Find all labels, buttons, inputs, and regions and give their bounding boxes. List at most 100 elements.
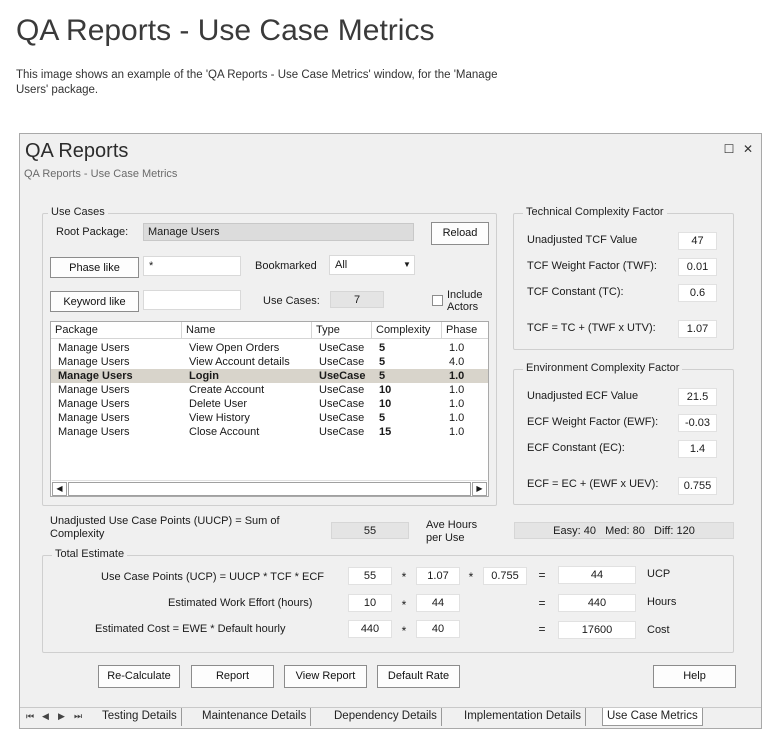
include-actors-checkbox[interactable] (432, 295, 443, 306)
tab-dependency-details[interactable]: Dependency Details (330, 708, 442, 726)
table-row[interactable]: Manage Users Login UseCase 5 1.0 (51, 369, 488, 383)
cell-phase: 1.0 (449, 384, 465, 396)
phase-like-button[interactable]: Phase like (50, 257, 139, 278)
difficulty-rates: Easy: 40 Med: 80 Diff: 120 (514, 522, 734, 539)
ucp-ecf-value: 0.755 (483, 567, 527, 585)
cell-package: Manage Users (58, 398, 130, 410)
equals-operator: = (538, 622, 546, 636)
horizontal-scrollbar[interactable]: ◀ ▶ (52, 480, 487, 496)
recalculate-button[interactable]: Re-Calculate (98, 665, 180, 688)
tab-bar: ⏮ ◀ ▶ ⏭ Testing Details Maintenance Deta… (20, 707, 761, 728)
cell-package: Manage Users (58, 412, 130, 424)
tab-testing-details[interactable]: Testing Details (98, 708, 182, 726)
cell-complexity: 15 (379, 426, 392, 438)
ecf-constant-label: ECF Constant (EC): (527, 442, 625, 454)
column-header-package[interactable]: Package (51, 322, 182, 339)
multiply-operator: * (401, 598, 407, 612)
column-header-name[interactable]: Name (182, 322, 312, 339)
cell-name: Login (189, 370, 219, 382)
ave-hours-label: Ave Hours per Use (426, 519, 477, 545)
include-actors-label: Include Actors (447, 289, 482, 313)
bookmarked-label: Bookmarked (255, 260, 317, 272)
effort-result: 440 (558, 594, 636, 612)
table-row[interactable]: Manage Users View History UseCase 5 1.0 (51, 411, 488, 425)
bookmarked-select-value: All (335, 259, 348, 271)
close-icon[interactable]: ✕ (742, 143, 754, 155)
tcf-constant-value[interactable]: 0.6 (678, 284, 717, 302)
ucp-uucp-value: 55 (348, 567, 392, 585)
ucp-label: Use Case Points (UCP) = UUCP * TCF * ECF (101, 571, 325, 583)
keyword-like-button[interactable]: Keyword like (50, 291, 139, 312)
tab-use-case-metrics[interactable]: Use Case Metrics (602, 708, 703, 726)
use-cases-legend: Use Cases (48, 206, 108, 218)
effort-hours-per-ucp[interactable]: 10 (348, 594, 392, 612)
column-header-complexity[interactable]: Complexity (372, 322, 442, 339)
ecf-weight-value[interactable]: -0.03 (678, 414, 717, 432)
scroll-right-icon[interactable]: ▶ (472, 482, 487, 496)
ucp-unit: UCP (647, 568, 671, 580)
tab-implementation-details[interactable]: Implementation Details (460, 708, 586, 726)
cell-complexity: 10 (379, 398, 392, 410)
effort-unit: Hours (647, 596, 677, 608)
tab-maintenance-details[interactable]: Maintenance Details (198, 708, 312, 726)
cell-complexity: 5 (379, 370, 386, 382)
scroll-track[interactable] (68, 482, 471, 496)
use-cases-count-label: Use Cases: (263, 295, 320, 307)
use-case-table[interactable]: Package Name Type Complexity Phase Manag… (50, 321, 489, 497)
uucp-value: 55 (331, 522, 409, 539)
ecf-formula-value: 0.755 (678, 477, 717, 495)
report-button[interactable]: Report (191, 665, 274, 688)
next-tab-icon[interactable]: ▶ (58, 711, 65, 722)
ecf-constant-value[interactable]: 1.4 (678, 440, 717, 458)
column-header-phase[interactable]: Phase (442, 322, 488, 339)
page-title: QA Reports - Use Case Metrics (16, 14, 435, 47)
cost-unit: Cost (647, 624, 670, 636)
cell-package: Manage Users (58, 426, 130, 438)
table-row[interactable]: Manage Users Close Account UseCase 15 1.0 (51, 425, 488, 439)
default-rate-button[interactable]: Default Rate (377, 665, 460, 688)
ecf-formula-label: ECF = EC + (EWF x UEV): (527, 478, 659, 490)
table-row[interactable]: Manage Users View Account details UseCase 5… (51, 355, 488, 369)
multiply-operator: * (401, 570, 407, 584)
cell-phase: 1.0 (449, 412, 465, 424)
table-header: Package Name Type Complexity Phase (51, 322, 488, 339)
view-report-button[interactable]: View Report (284, 665, 367, 688)
help-button[interactable]: Help (653, 665, 736, 688)
cell-name: View Account details (189, 356, 290, 368)
bookmarked-select[interactable]: All ▼ (329, 255, 415, 275)
tcf-formula-label: TCF = TC + (TWF x UTV): (527, 322, 656, 334)
ecf-unadjusted-value[interactable]: 21.5 (678, 388, 717, 406)
table-row[interactable]: Manage Users Create Account UseCase 10 1.0 (51, 383, 488, 397)
window-title: QA Reports (25, 140, 129, 162)
first-tab-icon[interactable]: ⏮ (26, 711, 34, 722)
cost-hourly-rate[interactable]: 40 (416, 620, 460, 638)
uucp-label-line1: Unadjusted Use Case Points (UUCP) = Sum … (50, 515, 280, 527)
effort-ucp-value: 44 (416, 594, 460, 612)
ave-hours-line2: per Use (426, 532, 465, 544)
table-row[interactable]: Manage Users Delete User UseCase 10 1.0 (51, 397, 488, 411)
cell-type: UseCase (319, 342, 365, 354)
cell-name: Delete User (189, 398, 248, 410)
cost-label: Estimated Cost = EWE * Default hourly (95, 623, 286, 635)
cell-name: View Open Orders (189, 342, 280, 354)
phase-like-input[interactable]: * (143, 256, 241, 276)
cell-complexity: 10 (379, 384, 392, 396)
tcf-weight-value[interactable]: 0.01 (678, 258, 717, 276)
maximize-icon[interactable]: ☐ (723, 143, 735, 155)
reload-button[interactable]: Reload (431, 222, 489, 245)
equals-operator: = (538, 568, 546, 582)
cell-type: UseCase (319, 384, 365, 396)
keyword-like-input[interactable] (143, 290, 241, 310)
ecf-weight-label: ECF Weight Factor (EWF): (527, 416, 659, 428)
tcf-formula-value: 1.07 (678, 320, 717, 338)
cell-phase: 1.0 (449, 342, 465, 354)
table-row[interactable]: Manage Users View Open Orders UseCase 5 1.0 (51, 341, 488, 355)
ecf-legend: Environment Complexity Factor (523, 362, 683, 374)
include-actors-line2: Actors (447, 301, 479, 313)
effort-label: Estimated Work Effort (hours) (168, 597, 313, 609)
previous-tab-icon[interactable]: ◀ (42, 711, 49, 722)
last-tab-icon[interactable]: ⏭ (74, 711, 82, 722)
scroll-left-icon[interactable]: ◀ (52, 482, 67, 496)
tcf-unadjusted-value[interactable]: 47 (678, 232, 717, 250)
column-header-type[interactable]: Type (312, 322, 372, 339)
